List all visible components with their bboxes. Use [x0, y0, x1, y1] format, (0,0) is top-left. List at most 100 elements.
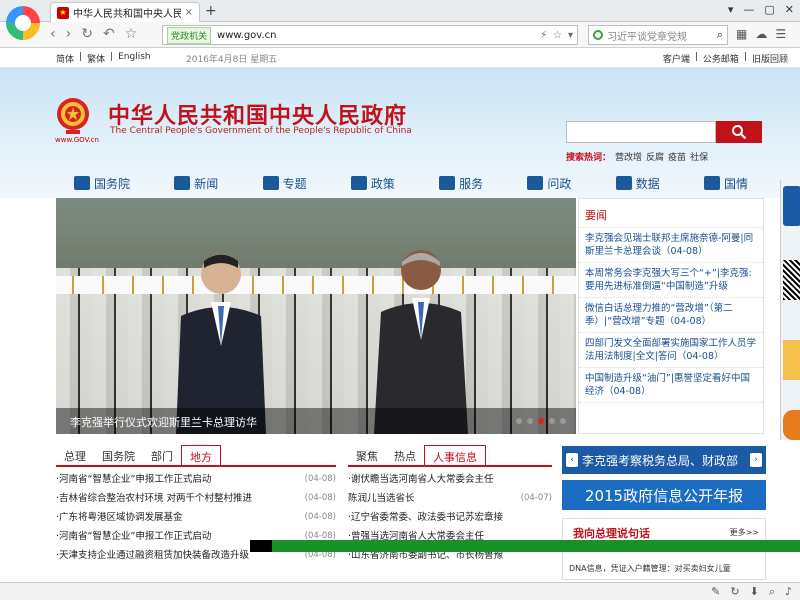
site-search-button[interactable]	[716, 121, 762, 143]
old-version-link[interactable]: 旧版回顾	[752, 52, 788, 65]
nav-item-policy[interactable]: 政策	[350, 175, 395, 192]
nav-item-inquiry[interactable]: 问政	[527, 175, 571, 192]
zoom-icon[interactable]: ⌕	[769, 585, 775, 599]
slide-dot[interactable]	[560, 418, 566, 424]
slide-dot[interactable]	[549, 418, 555, 424]
volume-icon[interactable]: ♪	[785, 585, 792, 599]
slideshow-dots	[516, 418, 566, 424]
back-icon[interactable]: ‹	[50, 26, 56, 42]
star-icon[interactable]: ☆	[125, 26, 138, 42]
address-bar[interactable]: 党政机关 www.gov.cn ⚡ ☆ ▾	[162, 25, 578, 45]
list-item[interactable]: ·吉林省综合整治农村环境 对两千个村整村推进 (04-08)	[56, 489, 336, 508]
tab-local[interactable]: 地方	[181, 445, 221, 465]
hero-caption[interactable]: 李克强举行仪式欢迎斯里兰卡总理访华	[56, 408, 576, 434]
news-item[interactable]: 李克强会见瑞士联邦主席施奈德-阿曼|同斯里兰卡总理会谈（04-08）	[579, 228, 763, 263]
search-icon[interactable]: ⌕	[717, 28, 723, 42]
hot-word[interactable]: 反腐	[646, 150, 664, 163]
forward-icon[interactable]: ›	[66, 26, 72, 42]
slide-dot-active[interactable]	[538, 418, 544, 424]
lang-simplified[interactable]: 简体	[56, 52, 74, 65]
tab-hot[interactable]: 热点	[386, 445, 424, 465]
hot-word[interactable]: 营改增	[615, 150, 642, 163]
card-subtitle[interactable]: DNA信息，凭证入户籍管理：对买卖妇女儿童	[569, 563, 731, 574]
news-item[interactable]: 四部门发文全面部署实施国家工作人员学法用法制度|全文|答问（04-08）	[579, 333, 763, 368]
lang-traditional[interactable]: 繁体	[87, 52, 105, 65]
browser-tab[interactable]: ★ 中华人民共和国中央人民政府 ×	[50, 2, 200, 22]
featured-banner[interactable]: ‹ 李克强考察税务总局、财政部 ›	[562, 446, 766, 474]
list-item[interactable]: ·谢伏瞻当选河南省人大常委会主任	[348, 470, 552, 489]
slide-dot[interactable]	[516, 418, 522, 424]
new-tab-button[interactable]: +	[205, 3, 217, 19]
more-link[interactable]: 更多>>	[730, 527, 759, 538]
hot-word[interactable]: 社保	[690, 150, 708, 163]
slide-dot[interactable]	[527, 418, 533, 424]
bookmark-star-icon[interactable]: ☆	[553, 30, 562, 41]
calendar-icon	[262, 176, 279, 190]
tab-departments[interactable]: 部门	[143, 445, 181, 465]
hot-word[interactable]: 疫苗	[668, 150, 686, 163]
list-item[interactable]: ·河南省“智慧企业”申报工作正式启动 (04-08)	[56, 470, 336, 489]
sidebar-banner[interactable]	[783, 340, 800, 380]
nav-buttons: ‹ › ↻ ↶ ☆	[50, 26, 137, 42]
nav-item-data[interactable]: 数据	[615, 175, 660, 192]
chevron-left-icon[interactable]: ‹	[566, 453, 578, 467]
list-item[interactable]: ·广东将粤港区域协调发展基金 (04-08)	[56, 508, 336, 527]
menu-button[interactable]: ▾	[728, 3, 734, 16]
bolt-icon[interactable]: ⚡	[540, 30, 547, 41]
maximize-button[interactable]: ▢	[764, 3, 774, 16]
mail-link[interactable]: 公务邮箱	[703, 52, 739, 65]
reload-icon[interactable]: ↻	[81, 26, 93, 42]
card-title[interactable]: 我向总理说句话	[573, 525, 650, 541]
local-news-tabs: 总理 国务院 部门 地方	[56, 445, 336, 467]
national-emblem-icon[interactable]	[56, 96, 90, 136]
minimize-button[interactable]: —	[743, 3, 754, 16]
nav-item-news[interactable]: 新闻	[174, 175, 218, 192]
pin-icon[interactable]: ✎	[711, 585, 720, 599]
refresh-icon[interactable]: ↻	[730, 585, 739, 599]
list-item[interactable]: ·辽宁省委常委、政法委书记苏宏章接	[348, 508, 552, 527]
sidebar-tab[interactable]	[783, 410, 800, 440]
news-item[interactable]: 中国制造升级“油门”|惠誉坚定看好中国经济（04-08）	[579, 368, 763, 403]
page-subtitle: The Central People's Government of the P…	[110, 126, 412, 136]
nav-item-national[interactable]: 国情	[703, 175, 748, 192]
chat-icon	[527, 176, 544, 190]
client-link[interactable]: 客户端	[663, 52, 690, 65]
dropdown-icon[interactable]: ▾	[568, 30, 573, 41]
apps-icon[interactable]: ▦	[736, 27, 747, 41]
lang-english[interactable]: English	[118, 52, 151, 65]
news-item[interactable]: 本周常务会李克强大写三个“+”|李克强:要用先进标准倒逼“中国制造”升级	[579, 263, 763, 298]
sidebar-badge[interactable]	[783, 186, 800, 226]
building-icon	[74, 176, 90, 190]
browser-search[interactable]: 习近平谈党章党规 ⌕	[588, 25, 728, 45]
url-input[interactable]: www.gov.cn	[217, 30, 534, 41]
undo-icon[interactable]: ↶	[103, 26, 115, 42]
tab-focus[interactable]: 聚焦	[348, 445, 386, 465]
site-search-input[interactable]	[566, 121, 716, 143]
tab-personnel[interactable]: 人事信息	[424, 445, 486, 465]
bar-chart-icon	[615, 176, 632, 190]
settings-icon[interactable]: ☰	[775, 27, 786, 41]
annual-report-banner[interactable]: 2015政府信息公开年报	[562, 480, 766, 510]
render-glitch-line	[250, 540, 800, 552]
hot-label: 搜索热词：	[566, 153, 612, 163]
list-item[interactable]: 陈润儿当选省长 (04-07)	[348, 489, 552, 508]
personnel-tabs: 聚焦 热点 人事信息	[348, 445, 552, 467]
person-left-image	[176, 254, 266, 434]
hero-slideshow[interactable]: 李克强举行仪式欢迎斯里兰卡总理访华	[56, 198, 576, 434]
nav-item-service[interactable]: 服务	[439, 175, 483, 192]
download-icon[interactable]: ⬇	[750, 585, 759, 599]
tab-close-icon[interactable]: ×	[185, 7, 193, 18]
cloud-icon[interactable]: ☁	[755, 27, 767, 41]
tab-state-council[interactable]: 国务院	[94, 445, 143, 465]
newspaper-icon	[174, 176, 191, 190]
search-engine-icon	[593, 30, 603, 40]
tab-premier[interactable]: 总理	[56, 445, 94, 465]
nav-item-state-council[interactable]: 国务院	[74, 175, 130, 192]
browser-search-input[interactable]: 习近平谈党章党规	[607, 28, 713, 43]
nav-item-topics[interactable]: 专题	[262, 175, 307, 192]
news-item[interactable]: 微信白话总理力推的“营改增”（第二季）|“营改增”专题（04-08）	[579, 298, 763, 333]
browser-logo-icon[interactable]	[6, 6, 40, 40]
close-window-button[interactable]: ✕	[785, 3, 794, 16]
chevron-right-icon[interactable]: ›	[750, 453, 762, 467]
qr-code-icon[interactable]	[783, 260, 800, 300]
